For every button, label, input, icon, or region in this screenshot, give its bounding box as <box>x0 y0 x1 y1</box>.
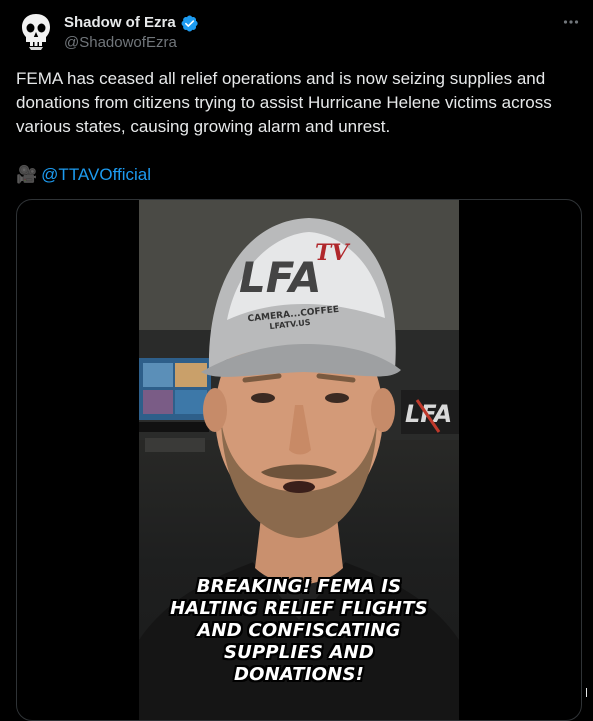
cap-logo-text: LFA <box>239 253 322 302</box>
text-cursor <box>586 688 587 697</box>
mention-link[interactable]: @TTAVOfficial <box>41 163 151 187</box>
verified-badge-icon[interactable] <box>180 14 199 33</box>
caption-line: BREAKING! FEMA IS <box>196 576 402 597</box>
skull-icon <box>22 14 50 50</box>
display-name[interactable]: Shadow of Ezra <box>64 13 176 33</box>
more-options-button[interactable] <box>561 12 581 32</box>
video-media-card[interactable]: LFA LFA TV CAMERA...COFFEE LFATV.US BREA… <box>16 199 582 721</box>
caption-line: HALTING RELIEF FLIGHTS <box>170 598 428 619</box>
display-name-row: Shadow of Ezra <box>64 13 199 33</box>
video-caption: BREAKING! FEMA IS HALTING RELIEF FLIGHTS… <box>139 576 459 686</box>
credit-line: 🎥 @TTAVOfficial <box>16 163 151 187</box>
caption-line: DONATIONS! <box>233 664 365 685</box>
background-logo: LFA <box>405 400 452 428</box>
cap-logo-tv: TV <box>315 240 350 266</box>
avatar[interactable] <box>16 12 56 52</box>
tweet-text: FEMA has ceased all relief operations an… <box>16 69 552 136</box>
handle[interactable]: @ShadowofEzra <box>64 33 199 53</box>
more-horizontal-icon <box>563 20 579 24</box>
caption-line: SUPPLIES AND <box>224 642 374 663</box>
caption-line: AND CONFISCATING <box>197 620 401 641</box>
video-frame[interactable]: LFA LFA TV CAMERA...COFFEE LFATV.US BREA… <box>139 200 459 720</box>
author-info: Shadow of Ezra @ShadowofEzra <box>64 13 199 53</box>
film-camera-icon: 🎥 <box>16 165 38 184</box>
